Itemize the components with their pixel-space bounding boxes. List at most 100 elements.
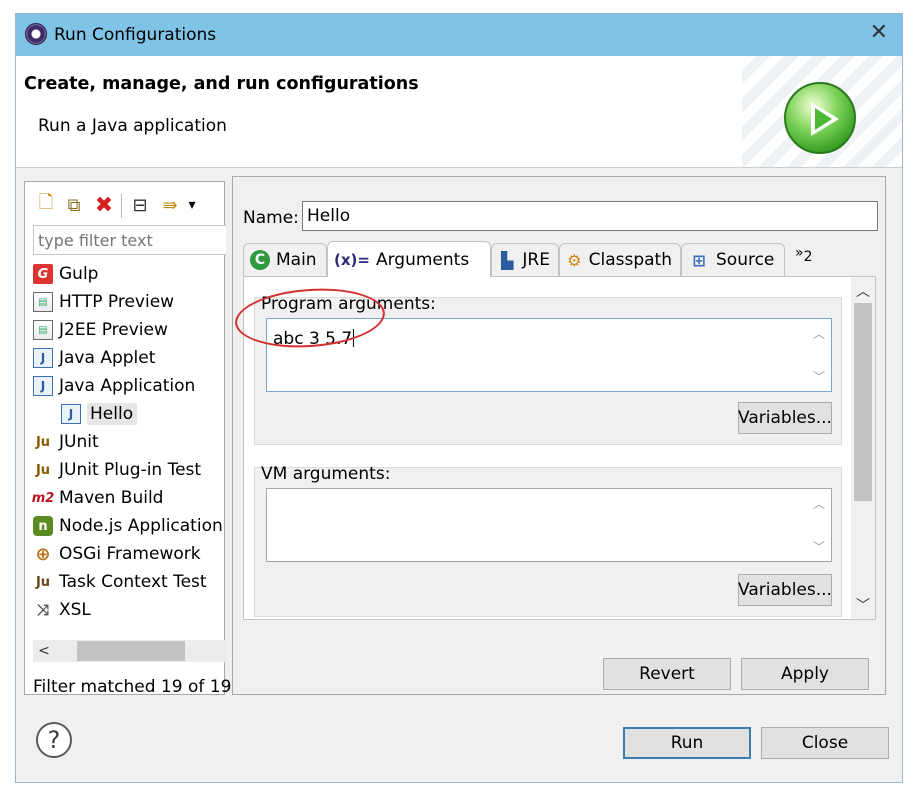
- scroll-left-icon[interactable]: <: [33, 640, 55, 662]
- tab-source[interactable]: ⊞ Source: [681, 243, 785, 276]
- tree-item-label: Gulp: [59, 264, 99, 284]
- configuration-tree: G Gulp ▤ HTTP Preview ▤ J2EE Preview J J…: [31, 260, 226, 624]
- xsl-icon: ⤨: [36, 601, 49, 619]
- tab-label: Classpath: [588, 250, 672, 270]
- tab-label: JRE: [522, 250, 550, 270]
- tab-classpath[interactable]: ⚙ Classpath: [559, 243, 681, 276]
- tab-jre[interactable]: ▙ JRE: [491, 243, 559, 276]
- configuration-tabs: C Main (x)= Arguments ▙ JRE ⚙ Classpath …: [243, 241, 876, 277]
- classpath-tab-icon: ⚙: [567, 250, 582, 270]
- tree-item-nodejs-application[interactable]: n Node.js Application: [33, 512, 226, 540]
- run-configurations-window: Run Configurations ✕ Create, manage, and…: [15, 13, 903, 783]
- apply-button[interactable]: Apply: [741, 658, 869, 690]
- nodejs-icon: n: [33, 516, 53, 536]
- arguments-tab-content: Program arguments: abc 3 5.7 ︿ ﹀ Variabl…: [243, 276, 876, 620]
- tree-item-java-applet[interactable]: J Java Applet: [33, 344, 226, 372]
- toolbar-separator: [121, 194, 122, 218]
- header-subtitle: Run a Java application: [38, 116, 227, 136]
- java-applet-icon: J: [33, 348, 53, 368]
- window-title: Run Configurations: [54, 25, 217, 45]
- tree-item-gulp[interactable]: G Gulp: [33, 260, 226, 288]
- tab-label: Arguments: [375, 249, 470, 270]
- tree-item-junit-plugin-test[interactable]: Ju JUnit Plug-in Test: [33, 456, 226, 484]
- scrollbar-thumb[interactable]: [77, 641, 185, 661]
- junit-plugin-icon: Ju: [35, 462, 51, 478]
- arguments-tab-icon: (x)=: [334, 250, 370, 269]
- tree-item-task-context-test[interactable]: Ju Task Context Test: [33, 568, 226, 596]
- program-arguments-label: Program arguments:: [261, 294, 436, 314]
- revert-button[interactable]: Revert: [603, 658, 731, 690]
- title-bar: Run Configurations ✕: [16, 14, 902, 56]
- chevron-down-icon[interactable]: ﹀: [851, 595, 875, 615]
- scroll-down-icon[interactable]: ﹀: [813, 368, 825, 385]
- name-label: Name:: [243, 208, 299, 228]
- header-title: Create, manage, and run configurations: [24, 74, 419, 94]
- tree-item-label: HTTP Preview: [59, 292, 175, 312]
- scroll-up-icon[interactable]: ︿: [813, 325, 825, 342]
- delete-configuration-icon[interactable]: ✖: [91, 192, 117, 218]
- main-tab-icon: C: [250, 250, 270, 270]
- program-arguments-group: Program arguments: abc 3 5.7 ︿ ﹀ Variabl…: [254, 294, 842, 445]
- help-icon[interactable]: ?: [36, 722, 72, 758]
- run-banner-icon: [784, 82, 856, 154]
- tree-item-label: Node.js Application: [59, 516, 223, 536]
- close-window-icon[interactable]: ✕: [870, 21, 888, 45]
- hidden-tab-count: 2: [803, 248, 813, 265]
- scroll-down-icon[interactable]: ﹀: [813, 538, 825, 555]
- tree-item-maven-build[interactable]: m2 Maven Build: [31, 484, 226, 512]
- tab-label: Main: [276, 250, 317, 270]
- filter-status-text: Filter matched 19 of 19: [33, 677, 232, 697]
- j2ee-preview-icon: ▤: [33, 320, 53, 340]
- tree-item-hello[interactable]: J Hello: [33, 400, 226, 428]
- more-tabs-button[interactable]: »2: [795, 245, 813, 265]
- text-cursor: [353, 329, 355, 347]
- junit-icon: Ju: [35, 434, 51, 450]
- view-menu-icon[interactable]: ▾: [183, 192, 201, 218]
- tree-item-label: J2EE Preview: [59, 320, 168, 340]
- tree-item-label: OSGi Framework: [59, 544, 201, 564]
- vm-variables-button[interactable]: Variables...: [738, 574, 832, 606]
- jre-tab-icon: ▙: [501, 250, 514, 270]
- arguments-vertical-scrollbar[interactable]: ︿ ﹀: [851, 277, 875, 619]
- tree-item-label: Java Applet: [59, 348, 156, 368]
- program-arguments-input[interactable]: abc 3 5.7 ︿ ﹀: [266, 318, 832, 392]
- chevron-up-icon[interactable]: ︿: [851, 281, 875, 301]
- maven-icon: m2: [31, 490, 55, 506]
- vm-arguments-input[interactable]: ︿ ﹀: [266, 488, 832, 562]
- tree-item-http-preview[interactable]: ▤ HTTP Preview: [33, 288, 226, 316]
- tab-label: Source: [716, 250, 775, 270]
- program-arguments-value: abc 3 5.7: [273, 329, 353, 349]
- osgi-icon: ⊕: [35, 543, 51, 565]
- tree-item-label: Maven Build: [59, 488, 164, 508]
- close-button[interactable]: Close: [761, 727, 889, 759]
- tree-item-label: Java Application: [59, 376, 196, 396]
- collapse-all-icon[interactable]: ⊟: [127, 192, 153, 218]
- configurations-panel: 🗋 ⧉ ✖ ⊟ ⇛ ▾ G Gulp ▤ HTTP Preview ▤ J2EE…: [24, 181, 231, 697]
- filter-input[interactable]: [33, 225, 226, 255]
- program-variables-button[interactable]: Variables...: [738, 402, 832, 434]
- scrollbar-thumb[interactable]: [854, 303, 872, 501]
- tree-item-xsl[interactable]: ⤨ XSL: [33, 596, 226, 624]
- tree-item-j2ee-preview[interactable]: ▤ J2EE Preview: [33, 316, 226, 344]
- task-context-icon: Ju: [35, 574, 51, 590]
- new-configuration-icon[interactable]: 🗋: [33, 192, 59, 218]
- java-application-icon: J: [33, 376, 53, 396]
- tree-item-label: JUnit: [59, 432, 99, 452]
- chevron-double-icon: »: [795, 245, 804, 261]
- tree-horizontal-scrollbar[interactable]: <: [33, 640, 226, 662]
- tree-item-java-application[interactable]: J Java Application: [33, 372, 226, 400]
- tree-item-label: XSL: [59, 600, 91, 620]
- tree-item-osgi-framework[interactable]: ⊕ OSGi Framework: [33, 540, 226, 568]
- filter-configurations-icon[interactable]: ⇛: [157, 192, 183, 218]
- vm-arguments-label: VM arguments:: [261, 464, 391, 484]
- tree-item-label: JUnit Plug-in Test: [59, 460, 202, 480]
- run-button[interactable]: Run: [623, 727, 751, 759]
- dialog-header: Create, manage, and run configurations R…: [16, 56, 902, 168]
- tab-arguments[interactable]: (x)= Arguments: [327, 241, 491, 277]
- tab-main[interactable]: C Main: [243, 243, 327, 276]
- scroll-up-icon[interactable]: ︿: [813, 495, 825, 512]
- name-field[interactable]: [302, 201, 878, 231]
- tree-item-junit[interactable]: Ju JUnit: [33, 428, 226, 456]
- tree-item-label: Task Context Test: [59, 572, 207, 592]
- duplicate-configuration-icon[interactable]: ⧉: [61, 192, 87, 218]
